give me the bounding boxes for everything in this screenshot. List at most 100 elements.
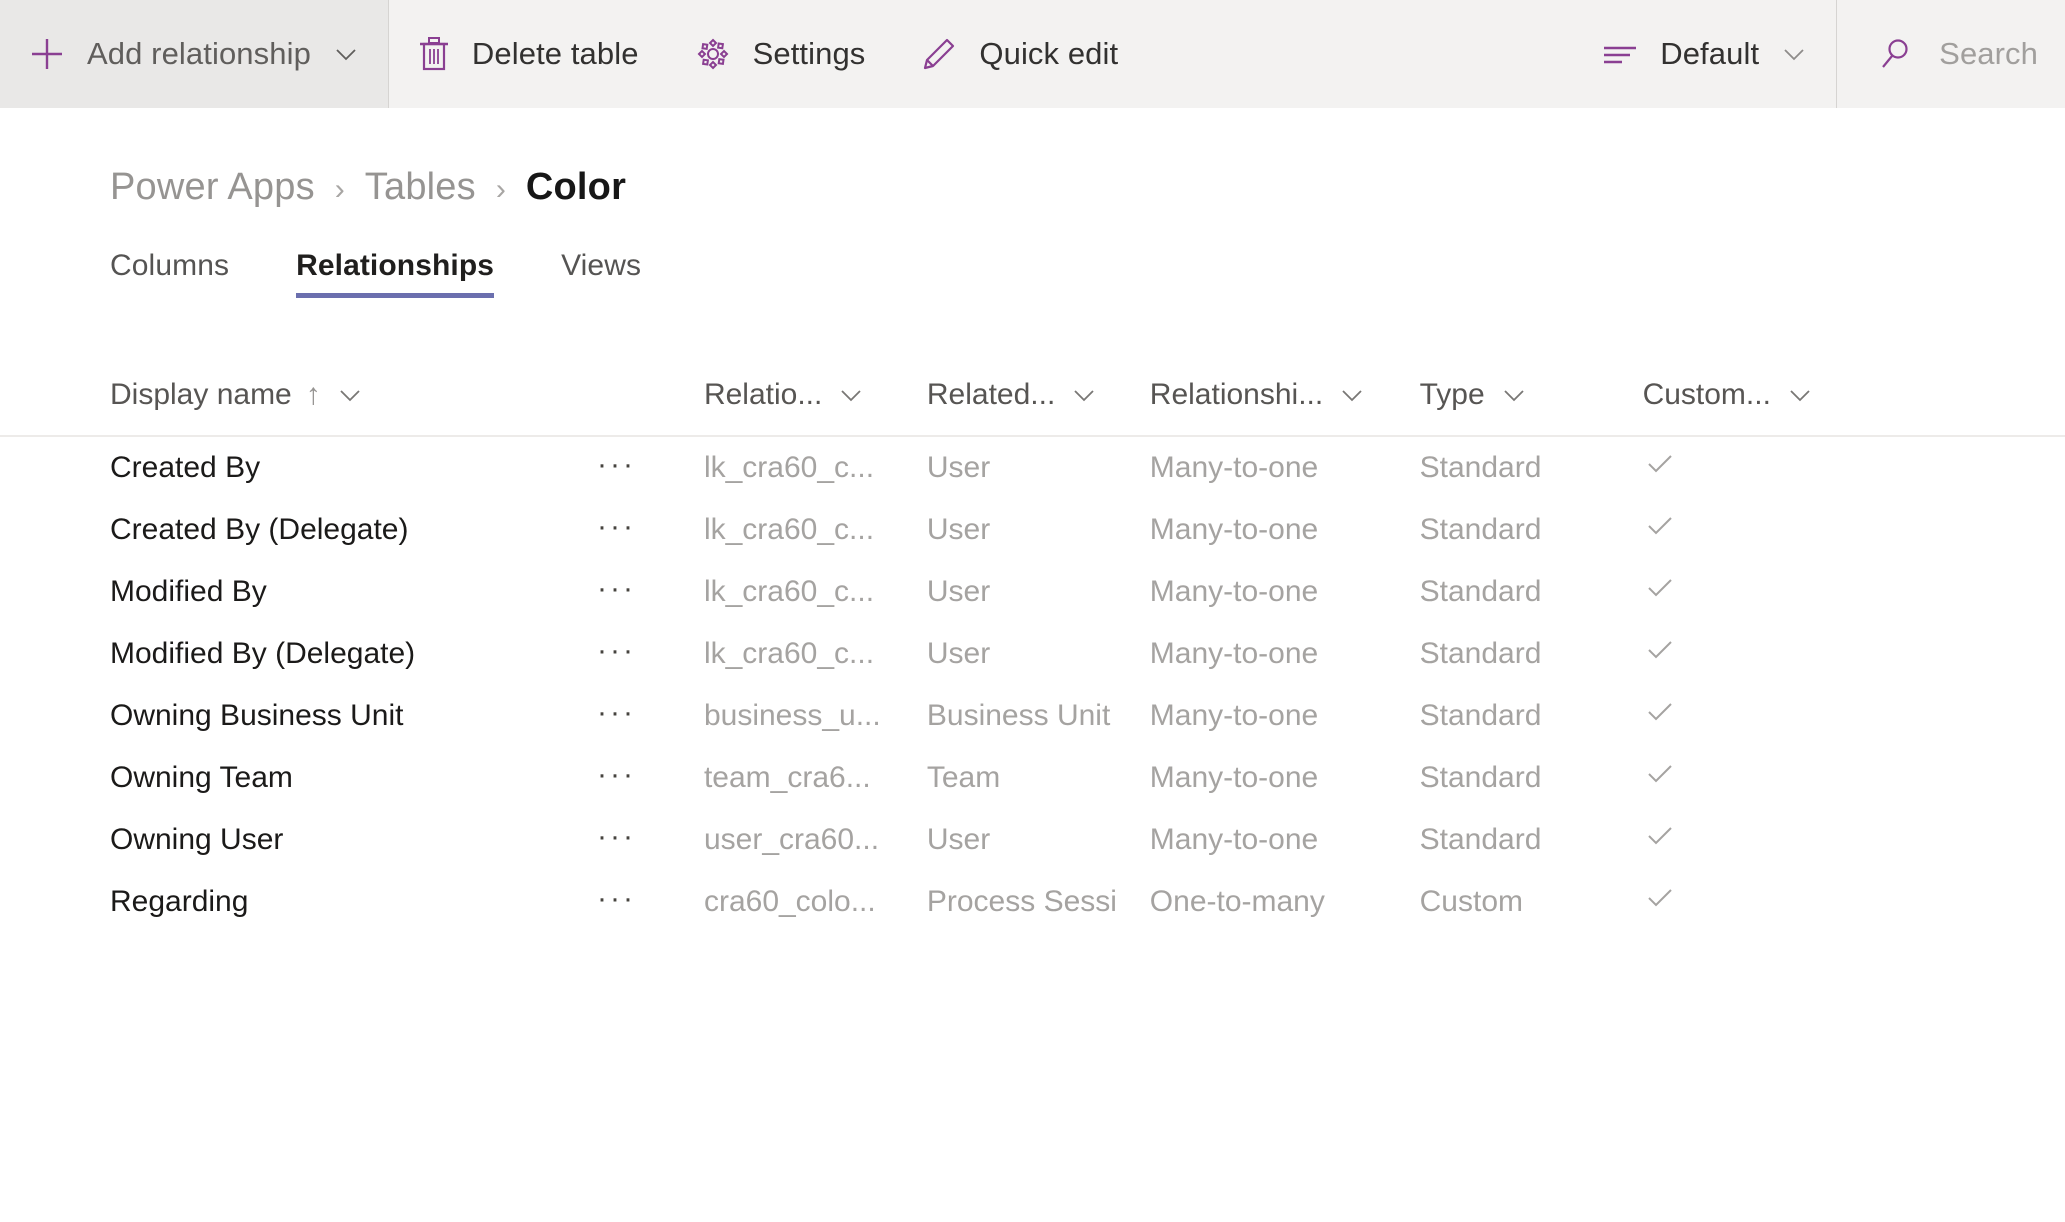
quick-edit-label: Quick edit [979,36,1119,71]
cell-relationship-name: lk_cra60_c... [703,637,875,670]
column-header-display-name[interactable]: Display name ↑ [0,358,704,436]
row-more-options-button[interactable]: ··· [597,636,636,672]
add-relationship-label: Add relationship [87,36,311,71]
table-row[interactable]: Owning User ··· user_cra60... User Many-to-o… [0,809,2065,871]
breadcrumb-item-tables[interactable]: Tables [365,166,476,209]
cell-display-name[interactable]: Modified By (Delegate) ··· [0,623,704,685]
row-more-options-button[interactable]: ··· [597,512,636,548]
check-icon [1643,881,1677,915]
delete-table-button[interactable]: Delete table [389,0,666,108]
cell-display-name[interactable]: Created By ··· [0,436,704,499]
relationship-display-name: Owning Team [110,761,293,794]
cell-relationship-type: Many-to-one [1149,823,1319,856]
row-more-options-button[interactable]: ··· [597,450,636,486]
settings-button[interactable]: Settings [666,0,893,108]
relationship-display-name: Created By [110,451,261,484]
tab-views[interactable]: Views [561,249,641,298]
breadcrumb: Power Apps › Tables › Color [0,108,2065,209]
chevron-down-icon[interactable] [335,380,365,410]
column-header-relationship-name[interactable]: Relatio... [704,358,927,436]
row-more-options-button[interactable]: ··· [597,884,636,920]
chevron-down-icon[interactable] [836,380,866,410]
row-more-options-button[interactable]: ··· [597,574,636,610]
column-header-related-table[interactable]: Related... [927,358,1150,436]
list-lines-icon [1600,39,1640,69]
relationship-display-name: Modified By [110,575,267,608]
column-header-label: Related... [926,377,1056,411]
check-icon [1643,447,1677,481]
cell-display-name[interactable]: Owning Team ··· [0,747,704,809]
cell-related-table: Team [926,761,1001,794]
cell-relationship-type: One-to-many [1149,885,1325,918]
cell-related-table: User [926,451,991,484]
cell-customizable [1643,871,2065,933]
tab-relationships[interactable]: Relationships [296,249,495,298]
cell-related-table: User [926,575,991,608]
breadcrumb-separator: › [334,173,345,206]
check-icon [1643,509,1677,543]
cell-display-name[interactable]: Owning Business Unit ··· [0,685,704,747]
chevron-down-icon[interactable] [1499,380,1529,410]
table-row[interactable]: Owning Business Unit ··· business_u... Busi… [0,685,2065,747]
check-icon [1643,819,1677,853]
cell-type: Standard [1419,575,1542,608]
table-row[interactable]: Created By (Delegate) ··· lk_cra60_c... Use… [0,499,2065,561]
search-box[interactable]: Search [1837,0,2065,108]
table-row[interactable]: Modified By (Delegate) ··· lk_cra60_c... Us… [0,623,2065,685]
cell-display-name[interactable]: Owning User ··· [0,809,704,871]
add-relationship-button[interactable]: Add relationship [0,0,388,108]
chevron-down-icon[interactable] [1779,39,1809,69]
cell-relationship-name: team_cra6... [703,761,871,794]
cell-type: Custom [1419,885,1523,918]
table-row[interactable]: Modified By ··· lk_cra60_c... User Many-to-o… [0,561,2065,623]
table-body: Created By ··· lk_cra60_c... User Many-to-on… [0,436,2065,933]
chevron-down-icon[interactable] [331,39,361,69]
cell-relationship-type: Many-to-one [1149,451,1319,484]
view-selector-button[interactable]: Default [1573,0,1836,108]
tab-columns[interactable]: Columns [110,249,229,298]
chevron-down-icon[interactable] [1337,380,1367,410]
relationship-display-name: Created By (Delegate) [110,513,409,546]
table-row[interactable]: Created By ··· lk_cra60_c... User Many-to-on… [0,436,2065,499]
page-content: Power Apps › Tables › Color Columns Rela… [0,108,2065,933]
cell-related-table: User [926,513,991,546]
column-header-label: Relatio... [703,377,823,411]
cell-display-name[interactable]: Regarding ··· [0,871,704,933]
cell-customizable [1643,499,2065,561]
column-header-label: Relationshi... [1149,377,1324,411]
relationship-display-name: Regarding [110,885,249,918]
breadcrumb-separator: › [495,173,506,206]
sort-ascending-icon: ↑ [305,377,321,411]
relationship-display-name: Modified By (Delegate) [110,637,416,670]
check-icon [1643,571,1677,605]
cell-display-name[interactable]: Created By (Delegate) ··· [0,499,704,561]
chevron-down-icon[interactable] [1069,380,1099,410]
cell-customizable [1643,436,2065,499]
row-more-options-button[interactable]: ··· [597,760,636,796]
cell-relationship-name: user_cra60... [703,823,880,856]
row-more-options-button[interactable]: ··· [597,822,636,858]
column-header-relationship-type[interactable]: Relationshi... [1150,358,1420,436]
cell-type: Standard [1419,699,1542,732]
quick-edit-button[interactable]: Quick edit [892,0,1145,108]
relationships-table: Display name ↑ Relatio... Related... Rel… [0,358,2065,933]
row-more-options-button[interactable]: ··· [597,698,636,734]
table-row[interactable]: Owning Team ··· team_cra6... Team Many-to-on… [0,747,2065,809]
cell-customizable [1643,623,2065,685]
search-icon [1877,35,1915,73]
column-header-customizable[interactable]: Custom... [1643,358,2065,436]
search-input[interactable]: Search [1939,36,2038,72]
table-header-row: Display name ↑ Relatio... Related... Rel… [0,358,2065,436]
cell-related-table: Business Unit [926,699,1111,732]
table-row[interactable]: Regarding ··· cra60_colo... Process Sessi On… [0,871,2065,933]
column-header-label: Display name [110,377,292,411]
breadcrumb-item-power-apps[interactable]: Power Apps [110,166,315,209]
cell-customizable [1643,809,2065,871]
cell-display-name[interactable]: Modified By ··· [0,561,704,623]
chevron-down-icon[interactable] [1785,380,1815,410]
column-header-type[interactable]: Type [1420,358,1643,436]
gear-icon [693,34,733,74]
cell-customizable [1643,561,2065,623]
cell-customizable [1643,747,2065,809]
cell-relationship-name: lk_cra60_c... [703,575,875,608]
